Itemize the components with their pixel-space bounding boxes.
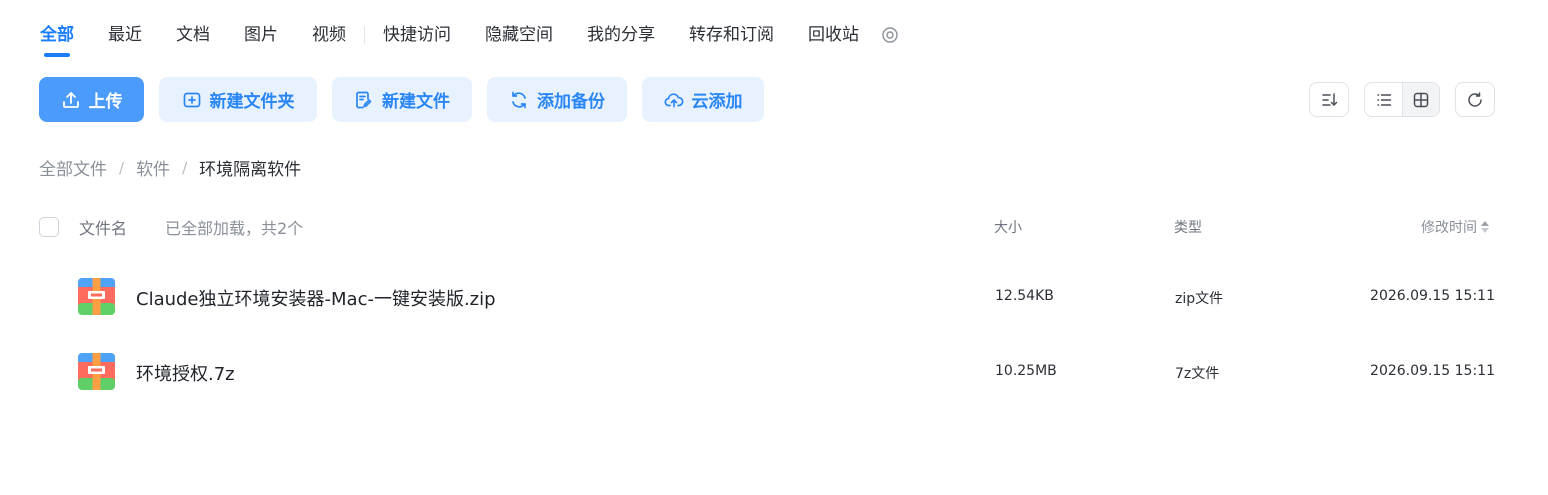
file-modified: 2026.09.15 15:11 — [1370, 363, 1495, 379]
column-header-modified-label: 修改时间 — [1421, 220, 1477, 236]
tab-recent[interactable]: 最近 — [108, 22, 142, 48]
sync-icon — [512, 91, 526, 108]
list-view-button[interactable] — [1365, 83, 1402, 116]
file-type: zip文件 — [1175, 291, 1224, 307]
table-row[interactable]: 环境授权.7z 10.25MB 7z文件 2026.09.15 15:11 — [39, 342, 1499, 402]
file-edit-icon — [356, 91, 372, 108]
upload-icon — [62, 91, 79, 108]
tab-images[interactable]: 图片 — [244, 22, 278, 48]
upload-label: 上传 — [88, 92, 123, 112]
sort-icon — [1322, 92, 1338, 106]
breadcrumb-software[interactable]: 软件 — [136, 155, 170, 180]
grid-icon — [1413, 92, 1429, 107]
breadcrumb-separator: / — [182, 158, 188, 177]
sort-caret-icon — [1481, 221, 1489, 233]
breadcrumb-separator: / — [119, 158, 125, 177]
tab-hidden-space[interactable]: 隐藏空间 — [485, 22, 553, 48]
file-name[interactable]: 环境授权.7z — [136, 360, 235, 386]
breadcrumb-current: 环境隔离软件 — [199, 160, 302, 180]
tab-all[interactable]: 全部 — [40, 22, 74, 57]
file-manager-page: 全部 最近 文档 图片 视频 快捷访问 隐藏空间 我的分享 转存和订阅 回收站 … — [0, 0, 1548, 495]
new-file-button[interactable]: 新建文件 — [332, 77, 472, 122]
grid-view-button[interactable] — [1402, 83, 1439, 116]
tab-recycle-bin[interactable]: 回收站 — [808, 22, 859, 48]
list-icon — [1376, 93, 1391, 106]
archive-icon — [78, 353, 115, 390]
breadcrumb: 全部文件 / 软件 / 环境隔离软件 — [39, 155, 302, 181]
tab-settings-icon[interactable] — [881, 26, 899, 44]
sort-button[interactable] — [1309, 82, 1349, 117]
file-name[interactable]: Claude独立环境安装器-Mac-一键安装版.zip — [136, 285, 496, 311]
refresh-button[interactable] — [1455, 82, 1495, 117]
file-type: 7z文件 — [1175, 366, 1220, 382]
archive-icon — [78, 278, 115, 315]
cloud-upload-icon — [663, 92, 683, 107]
column-header-modified[interactable]: 修改时间 — [1421, 217, 1489, 237]
table-header: 文件名 已全部加载，共2个 大小 类型 修改时间 — [39, 213, 1499, 241]
select-all-checkbox[interactable] — [39, 217, 59, 237]
column-header-name[interactable]: 文件名 — [79, 215, 127, 239]
tab-transfer-subscribe[interactable]: 转存和订阅 — [689, 22, 774, 48]
load-status: 已全部加载，共2个 — [165, 219, 304, 238]
tab-divider — [364, 26, 365, 44]
breadcrumb-all-files[interactable]: 全部文件 — [39, 155, 107, 180]
upload-button[interactable]: 上传 — [39, 77, 144, 122]
tab-my-shares[interactable]: 我的分享 — [587, 22, 655, 48]
add-backup-button[interactable]: 添加备份 — [487, 77, 627, 122]
folder-plus-icon — [183, 92, 200, 107]
cloud-add-button[interactable]: 云添加 — [642, 77, 764, 122]
new-file-label: 新建文件 — [382, 92, 450, 112]
tab-quick-access[interactable]: 快捷访问 — [383, 22, 451, 48]
table-row[interactable]: Claude独立环境安装器-Mac-一键安装版.zip 12.54KB zip文… — [39, 267, 1499, 327]
tab-videos[interactable]: 视频 — [312, 22, 346, 48]
view-mode-group — [1364, 82, 1440, 117]
column-header-type[interactable]: 类型 — [1174, 217, 1202, 237]
new-folder-button[interactable]: 新建文件夹 — [159, 77, 317, 122]
add-backup-label: 添加备份 — [537, 92, 605, 112]
file-size: 12.54KB — [995, 288, 1054, 304]
file-modified: 2026.09.15 15:11 — [1370, 288, 1495, 304]
column-header-size[interactable]: 大小 — [994, 217, 1022, 237]
category-tabs: 全部 最近 文档 图片 视频 快捷访问 隐藏空间 我的分享 转存和订阅 回收站 — [40, 18, 899, 57]
action-toolbar: 上传 新建文件夹 新建文件 添加备份 云添加 — [39, 77, 779, 122]
cloud-add-label: 云添加 — [691, 92, 743, 112]
view-tools — [1309, 82, 1495, 117]
tab-documents[interactable]: 文档 — [176, 22, 210, 48]
new-folder-label: 新建文件夹 — [209, 92, 295, 112]
refresh-icon — [1468, 91, 1482, 107]
file-size: 10.25MB — [995, 363, 1057, 379]
